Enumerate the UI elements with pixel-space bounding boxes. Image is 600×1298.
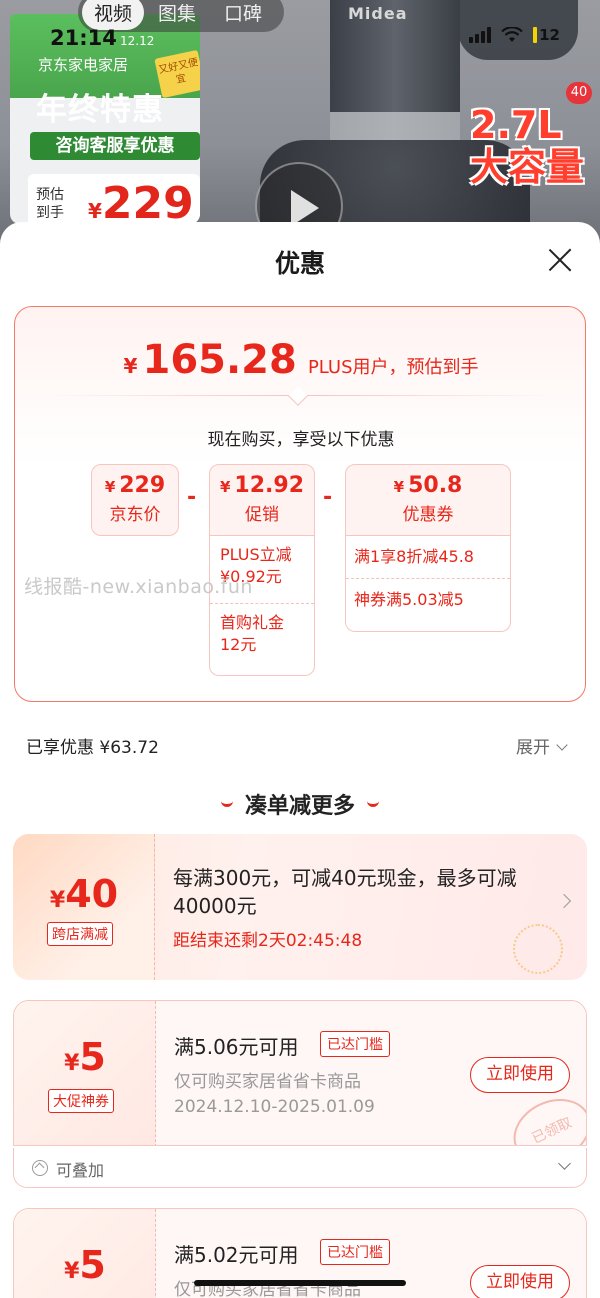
coupon-card-tag: 大促神券 [48, 1089, 114, 1113]
cross-store-tag: 跨店满减 [47, 922, 113, 946]
enjoy-line: 现在购买，享受以下优惠 [207, 430, 395, 450]
home-indicator[interactable] [194, 1280, 406, 1286]
coupon-card: ¥5 大促神券 满5.06元可用 已达门槛 仅可购买家居省省卡商品 2024.1… [13, 1000, 587, 1146]
battery-icon: 12 [533, 26, 560, 44]
promo-line: 京东家电家居 [38, 56, 129, 74]
promo-year: 12.12 [120, 34, 155, 48]
jd-price-currency: ¥ [104, 478, 116, 496]
tab-reviews[interactable]: 口碑 [210, 0, 276, 26]
coupon-card-currency: ¥ [64, 1051, 80, 1076]
final-currency: ¥ [123, 354, 138, 378]
use-now-button[interactable]: 立即使用 [470, 1057, 570, 1093]
promo-price-box: 预估到手 ¥229 [28, 174, 200, 224]
capacity-text: 2.7L 大容量 [470, 103, 585, 189]
battery-level: 12 [539, 26, 560, 44]
cross-store-currency: ¥ [49, 888, 66, 913]
coupon-card-amount: ¥5 [14, 1243, 156, 1287]
promo-subtitle: 咨询客服享优惠 [30, 132, 200, 160]
enjoyed-discount: 已享优惠 ¥63.72 [26, 738, 159, 758]
expand-button[interactable]: 展开 [516, 733, 568, 758]
jd-price-box: ¥229 京东价 [91, 464, 179, 536]
more-section-title: 凑单减更多 [0, 788, 600, 820]
coupon-card-currency: ¥ [64, 1259, 80, 1284]
coupon-card-value: 5 [79, 1243, 106, 1287]
promotion-currency: ¥ [219, 478, 231, 496]
promo-price-currency: ¥ [88, 199, 102, 223]
coupon-card-desc: 仅可购买家居省省卡商品 [174, 1072, 361, 1092]
expand-label: 展开 [516, 738, 550, 758]
final-price-desc: PLUS用户，预估到手 [307, 357, 479, 378]
coupon-currency: ¥ [393, 478, 405, 496]
chevron-down-icon [558, 1157, 571, 1170]
promo-title: 年终特惠 [36, 92, 164, 128]
cross-store-value: 40 [65, 872, 119, 916]
promotion-amount: 12.92 [234, 473, 305, 498]
cross-store-discount-card[interactable]: ¥40 跨店满减 每满300元，可减40元现金，最多可减40000元 距结束还剩… [13, 834, 587, 980]
promo-price: ¥229 [88, 178, 194, 224]
stackable-label: 可叠加 [56, 1161, 105, 1180]
more-section-title-text: 凑单减更多 [244, 794, 355, 819]
watermark-text: 线报酷-new.xianbao.fun [24, 576, 253, 598]
coupon-detail-list: 满1享8折减45.8 神券满5.03减5 [345, 536, 511, 632]
coupon-item: 神券满5.03减5 [354, 590, 464, 609]
wifi-icon [501, 27, 523, 42]
stackable-row[interactable]: 可叠加 [13, 1148, 587, 1188]
jd-price-amount: 229 [119, 473, 166, 498]
coupon-value: ¥50.8 [346, 473, 510, 498]
status-time: 21:14 [50, 26, 117, 50]
coupon-card-desc: 仅可购买家居省省卡商品 [174, 1280, 361, 1298]
final-price: 165.28 [142, 337, 297, 383]
divider-caret [288, 386, 308, 406]
coupon-label: 优惠券 [402, 505, 454, 525]
coupon-card-title: 满5.06元可用 [174, 1035, 299, 1059]
minus-operator: - [187, 485, 197, 510]
jd-price-value: ¥229 [92, 473, 178, 498]
decor-arc-icon [367, 800, 379, 807]
cross-store-text: 每满300元，可减40元现金，最多可减40000元 [173, 866, 517, 918]
product-media-banner: Midea 12.12 京东家电家居 年终特惠 又好又便宜 咨询客服享优惠 预估… [0, 0, 600, 240]
sheet-title: 优惠 [274, 249, 325, 278]
tab-gallery[interactable]: 图集 [144, 0, 210, 26]
coupon-card-title: 满5.02元可用 [174, 1243, 299, 1267]
coupon-card-amount: ¥5 [14, 1035, 156, 1079]
use-now-button[interactable]: 立即使用 [470, 1265, 570, 1298]
coupon-card-status: 已达门槛 [320, 1239, 390, 1265]
promotion-item: 首购礼金12元 [220, 613, 285, 654]
promotion-detail-list: PLUS立减¥0.92元 首购礼金12元 [209, 536, 315, 676]
discount-sheet: 优惠 ¥ 165.28 PLUS用户，预估到手 现在购买，享受以下优惠 ¥229… [0, 222, 600, 1298]
coupon-item: 满1享8折减45.8 [346, 536, 510, 579]
promotion-box[interactable]: ¥12.92 促销 [209, 464, 315, 536]
final-price-line: ¥ 165.28 PLUS用户，预估到手 [15, 337, 587, 383]
promo-price-value: 229 [101, 178, 194, 224]
decor-arc-icon [220, 800, 233, 807]
coupon-amount: 50.8 [408, 473, 463, 498]
coupon-card-status: 已达门槛 [320, 1031, 390, 1057]
stack-icon [32, 1160, 48, 1176]
brand-logo: Midea [348, 4, 408, 23]
chevron-right-icon [556, 893, 572, 909]
chevron-down-icon [556, 739, 568, 751]
status-indicators: 12 [469, 26, 560, 44]
promotion-value: ¥12.92 [210, 473, 314, 498]
promotion-label: 促销 [245, 505, 279, 525]
coupon-card-value: 5 [79, 1035, 106, 1079]
firework-decoration-icon [513, 924, 563, 974]
count-badge: 40 [566, 82, 592, 104]
promo-price-label: 预估到手 [36, 187, 64, 221]
signal-icon [469, 27, 492, 43]
promo-badge: 又好又便宜 [154, 49, 200, 99]
close-icon[interactable] [546, 246, 574, 274]
coupon-box[interactable]: ¥50.8 优惠券 [345, 464, 511, 536]
price-summary-card: ¥ 165.28 PLUS用户，预估到手 现在购买，享受以下优惠 ¥229 京东… [14, 306, 586, 702]
cross-store-amount: ¥40 [13, 872, 155, 916]
coupon-card-date: 2024.12.10-2025.01.09 [174, 1097, 375, 1117]
jd-price-label: 京东价 [109, 505, 161, 525]
minus-operator: - [323, 485, 333, 510]
countdown-timer: 距结束还剩2天02:45:48 [173, 931, 363, 951]
